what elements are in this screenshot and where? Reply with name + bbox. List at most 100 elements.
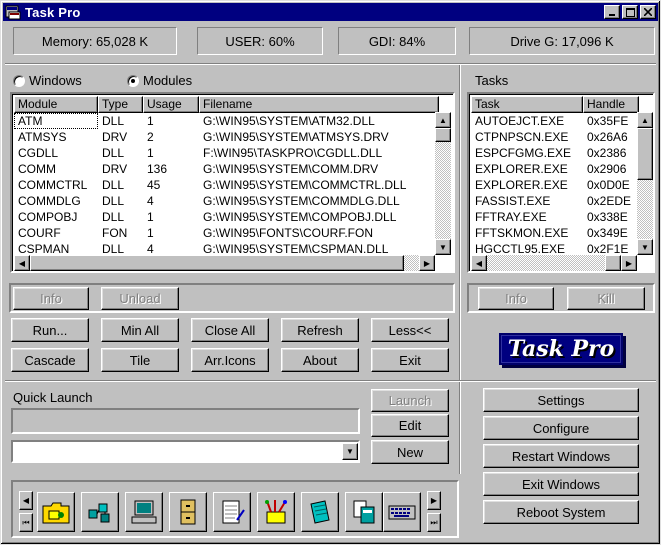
tasks-list[interactable]: Task Handle AUTOEJCT.EXE 0x35FE CTPNPSCN.E… — [467, 92, 655, 273]
run-button[interactable]: Run... — [11, 318, 89, 342]
scroll-down-arrow-icon[interactable]: ▼ — [435, 239, 451, 255]
unload-button[interactable]: Unload — [101, 287, 179, 310]
maximize-button[interactable] — [622, 5, 638, 19]
computer-icon[interactable] — [125, 492, 163, 532]
column-header-task[interactable]: Task — [471, 96, 583, 113]
scroll-right-arrow-icon[interactable]: ▶ — [621, 255, 637, 271]
close-button[interactable] — [640, 5, 656, 19]
module-usage: 1 — [147, 114, 154, 128]
module-row[interactable]: COMPOBJ DLL 1 G:\WIN95\SYSTEM\COMPOBJ.DLL — [14, 209, 439, 225]
icon-bar-scroll-right-icon[interactable]: ▶ — [427, 491, 441, 510]
column-header-handle[interactable]: Handle — [583, 96, 639, 113]
quick-launch-combobox[interactable]: ▼ — [11, 440, 360, 463]
tasks-vertical-scrollbar[interactable]: ▲ ▼ — [637, 112, 653, 255]
title-bar[interactable]: Task Pro — [3, 3, 658, 21]
task-handle: 0x2EDE — [587, 194, 632, 208]
task-row[interactable]: ESPCFGMG.EXE 0x2386 — [471, 145, 639, 161]
modules-vertical-scrollbar[interactable]: ▲ ▼ — [435, 112, 451, 255]
task-handle: 0x0D0E — [587, 178, 630, 192]
task-handle: 0x349E — [587, 226, 628, 240]
module-row[interactable]: ATMSYS DRV 2 G:\WIN95\SYSTEM\ATMSYS.DRV — [14, 129, 439, 145]
tasks-horizontal-scrollbar[interactable]: ◀ ▶ — [471, 255, 637, 271]
top-separator — [5, 63, 656, 65]
dropdown-arrow-icon[interactable]: ▼ — [342, 443, 358, 460]
less-button[interactable]: Less<< — [371, 318, 449, 342]
arr-icons-button[interactable]: Arr.Icons — [191, 348, 269, 372]
configure-button[interactable]: Configure — [483, 416, 639, 440]
modules-radio[interactable]: Modules — [127, 73, 192, 88]
icon-bar-scroll-first-icon[interactable]: ⏮ — [19, 513, 33, 532]
network-icon[interactable] — [81, 492, 119, 532]
exit-windows-button[interactable]: Exit Windows — [483, 472, 639, 496]
scroll-down-arrow-icon[interactable]: ▼ — [637, 239, 653, 255]
cabinet-icon[interactable] — [169, 492, 207, 532]
column-header-module[interactable]: Module — [14, 96, 98, 113]
scroll-left-arrow-icon[interactable]: ◀ — [14, 255, 30, 271]
info-button[interactable]: Info — [13, 287, 89, 310]
scroll-thumb[interactable] — [605, 255, 621, 271]
paint-icon[interactable] — [257, 492, 295, 532]
windows-radio[interactable]: Windows — [13, 73, 82, 88]
about-button[interactable]: About — [281, 348, 359, 372]
notepad-icon[interactable] — [213, 492, 251, 532]
task-name: AUTOEJCT.EXE — [475, 114, 565, 128]
close-all-button[interactable]: Close All — [191, 318, 269, 342]
restart-windows-button[interactable]: Restart Windows — [483, 444, 639, 468]
scroll-thumb[interactable] — [30, 255, 404, 271]
task-handle: 0x2906 — [587, 162, 627, 176]
reboot-system-button[interactable]: Reboot System — [483, 500, 639, 524]
task-name: CTPNPSCN.EXE — [475, 130, 569, 144]
module-row[interactable]: ATM DLL 1 G:\WIN95\SYSTEM\ATM32.DLL — [14, 113, 439, 129]
minimize-button[interactable] — [604, 5, 620, 19]
module-name: COMM — [18, 162, 56, 176]
task-row[interactable]: FFTRAY.EXE 0x338E — [471, 209, 639, 225]
quick-launch-command[interactable] — [11, 408, 360, 434]
notebook-icon[interactable] — [301, 492, 339, 532]
documents-icon[interactable] — [345, 492, 383, 532]
module-name: ATMSYS — [18, 130, 67, 144]
task-row[interactable]: CTPNPSCN.EXE 0x26A6 — [471, 129, 639, 145]
scroll-up-arrow-icon[interactable]: ▲ — [435, 112, 451, 128]
modules-list[interactable]: Module Type Usage Filename ATM DLL 1 G:\WIN… — [10, 92, 455, 273]
new-button[interactable]: New — [371, 440, 449, 464]
module-row[interactable]: COURF FON 1 G:\WIN95\FONTS\COURF.FON — [14, 225, 439, 241]
scroll-left-arrow-icon[interactable]: ◀ — [471, 255, 487, 271]
task-info-button[interactable]: Info — [478, 287, 554, 310]
column-header-type[interactable]: Type — [98, 96, 143, 113]
module-name: COURF — [18, 226, 61, 240]
module-type: DLL — [102, 194, 125, 208]
launch-button[interactable]: Launch — [371, 389, 449, 412]
icon-bar-scroll-left-icon[interactable]: ◀ — [19, 491, 33, 510]
edit-button[interactable]: Edit — [371, 414, 449, 437]
scroll-right-arrow-icon[interactable]: ▶ — [419, 255, 435, 271]
cascade-button[interactable]: Cascade — [11, 348, 89, 372]
module-filename: G:\WIN95\SYSTEM\COMPOBJ.DLL — [203, 210, 397, 224]
scroll-up-arrow-icon[interactable]: ▲ — [637, 112, 653, 128]
folder-icon[interactable] — [37, 492, 75, 532]
column-header-usage[interactable]: Usage — [143, 96, 199, 113]
module-row[interactable]: COMM DRV 136 G:\WIN95\SYSTEM\COMM.DRV — [14, 161, 439, 177]
tile-button[interactable]: Tile — [101, 348, 179, 372]
module-type: DLL — [102, 146, 125, 160]
scroll-thumb[interactable] — [637, 128, 653, 180]
module-row[interactable]: CGDLL DLL 1 F:\WIN95\TASKPRO\CGDLL.DLL — [14, 145, 439, 161]
task-row[interactable]: AUTOEJCT.EXE 0x35FE — [471, 113, 639, 129]
task-row[interactable]: EXPLORER.EXE 0x0D0E — [471, 177, 639, 193]
task-row[interactable]: FFTSKMON.EXE 0x349E — [471, 225, 639, 241]
min-all-button[interactable]: Min All — [101, 318, 179, 342]
column-header-filename[interactable]: Filename — [199, 96, 439, 113]
kill-button[interactable]: Kill — [567, 287, 645, 310]
scroll-thumb[interactable] — [435, 128, 451, 142]
task-row[interactable]: FASSIST.EXE 0x2EDE — [471, 193, 639, 209]
keyboard-icon[interactable] — [383, 492, 421, 532]
settings-button[interactable]: Settings — [483, 388, 639, 412]
icon-bar-scroll-last-icon[interactable]: ⏭ — [427, 513, 441, 532]
refresh-button[interactable]: Refresh — [281, 318, 359, 342]
module-row[interactable]: COMMDLG DLL 4 G:\WIN95\SYSTEM\COMMDLG.DLL — [14, 193, 439, 209]
exit-button[interactable]: Exit — [371, 348, 449, 372]
task-pro-app-icon[interactable] — [5, 4, 21, 20]
module-row[interactable]: COMMCTRL DLL 45 G:\WIN95\SYSTEM\COMMCTRL.DL… — [14, 177, 439, 193]
task-row[interactable]: EXPLORER.EXE 0x2906 — [471, 161, 639, 177]
modules-horizontal-scrollbar[interactable]: ◀ ▶ — [14, 255, 435, 271]
module-filename: G:\WIN95\FONTS\COURF.FON — [203, 226, 374, 240]
